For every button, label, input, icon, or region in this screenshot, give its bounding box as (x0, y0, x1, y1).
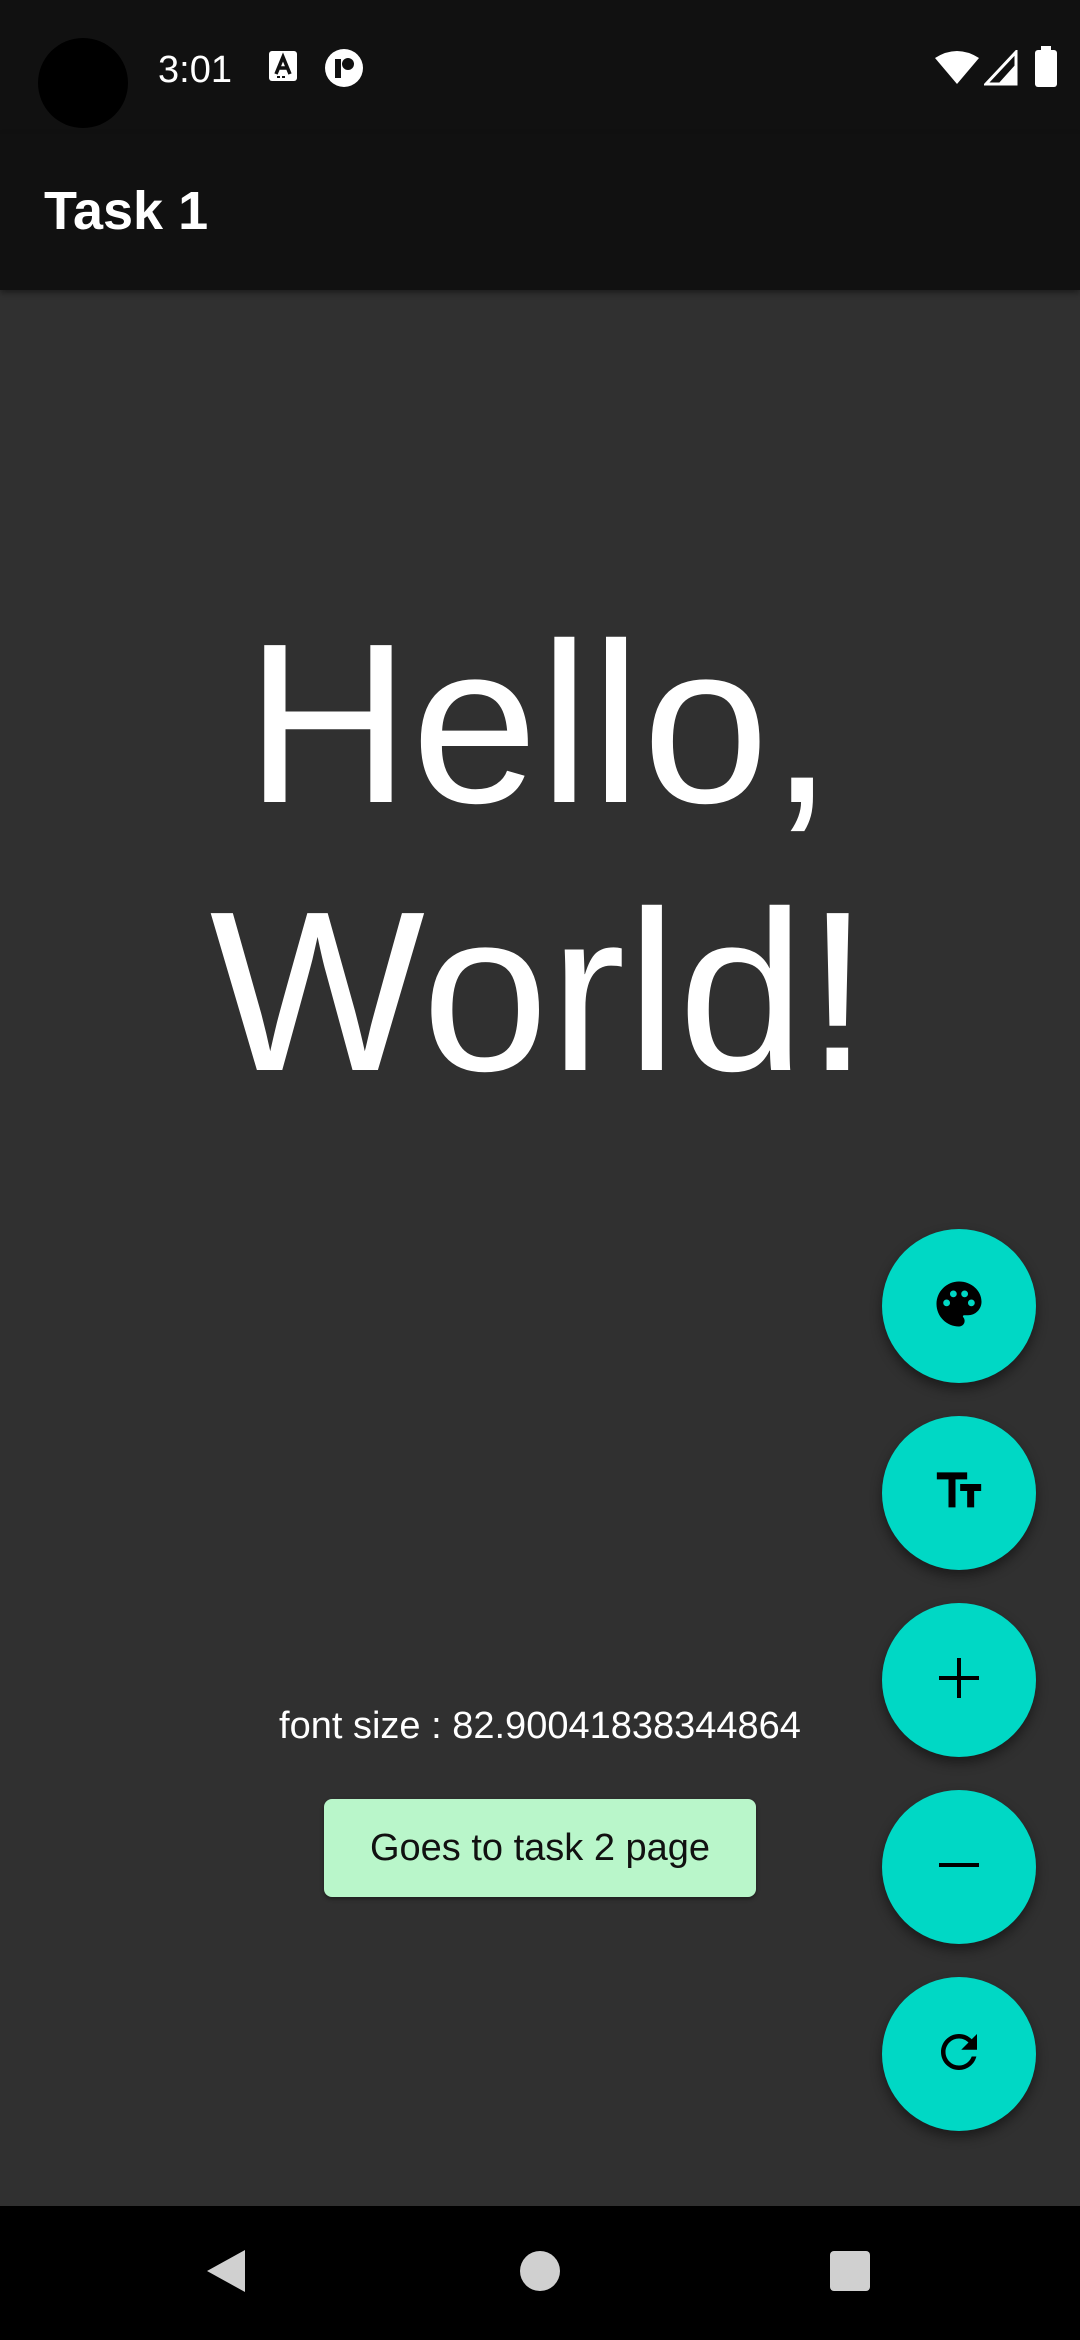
recents-button[interactable] (770, 2206, 930, 2340)
app-bar: Task 1 (0, 134, 1080, 290)
reset-fab[interactable] (882, 1977, 1036, 2131)
refresh-icon (932, 2025, 986, 2084)
minus-icon (937, 1843, 981, 1892)
font-notification-icon (268, 50, 298, 87)
app-notification-icon (324, 48, 364, 93)
decrease-font-fab[interactable] (882, 1790, 1036, 1944)
greeting-line-2: World! (209, 865, 871, 1119)
home-icon (519, 2250, 561, 2297)
go-to-task2-button[interactable]: Goes to task 2 page (324, 1799, 756, 1897)
home-button[interactable] (460, 2206, 620, 2340)
wifi-icon (934, 50, 980, 91)
plus-icon (937, 1656, 981, 1705)
greeting-line-1: Hello, (245, 597, 835, 851)
palette-icon (932, 1277, 986, 1336)
back-button[interactable] (146, 2206, 306, 2340)
hello-world-text: Hello, World! (0, 590, 1080, 1126)
status-bar: 3:01 (0, 0, 1080, 134)
palette-fab[interactable] (882, 1229, 1036, 1383)
cellular-signal-icon (982, 48, 1018, 91)
recents-icon (829, 2250, 871, 2297)
navigation-bar (0, 2206, 1080, 2340)
page-title: Task 1 (44, 181, 209, 241)
screen: 3:01 Task 1 Hello, World! font size: 82… (0, 0, 1080, 2340)
text-size-fab[interactable] (882, 1416, 1036, 1570)
camera-cutout (38, 38, 128, 128)
back-icon (205, 2248, 247, 2299)
increase-font-fab[interactable] (882, 1603, 1036, 1757)
status-time: 3:01 (158, 49, 232, 91)
text-fields-icon (931, 1463, 987, 1524)
battery-icon (1034, 46, 1058, 93)
